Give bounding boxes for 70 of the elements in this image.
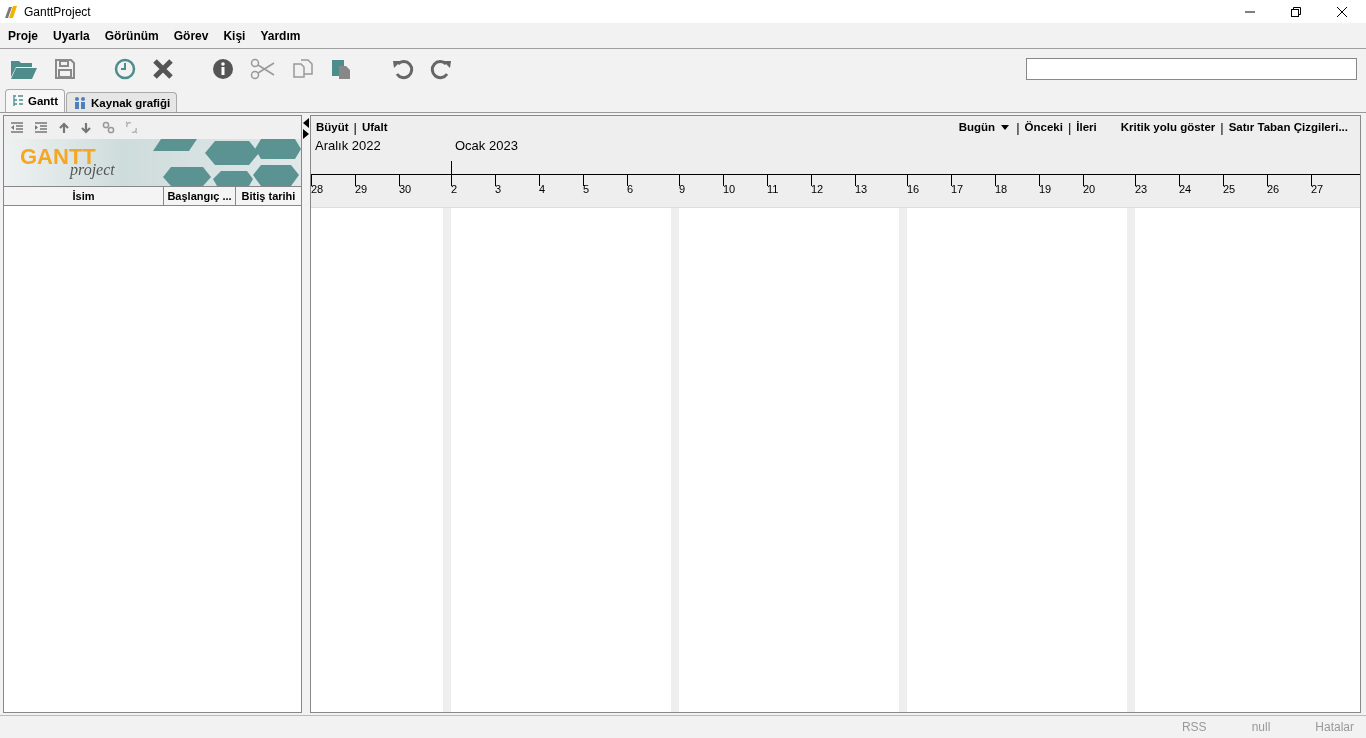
tree-icon [12,95,24,107]
tab[interactable]: Gantt [5,89,66,112]
search-field[interactable] [1026,58,1357,80]
undo-icon[interactable] [392,58,414,80]
day-label: 23 [1135,182,1149,195]
folder-icon[interactable] [10,58,38,80]
day-label: 24 [1179,182,1193,195]
separator: | [1067,119,1072,135]
day-label: 3 [495,182,503,195]
month-label: Aralık 2022 [314,138,382,155]
separator: | [1016,119,1020,135]
paste-icon[interactable] [330,58,352,80]
menu-item[interactable]: Yardım [260,28,301,43]
day-label: 19 [1039,182,1053,195]
day-label: 26 [1267,182,1281,195]
separator: | [353,119,357,135]
day-label: 4 [539,182,547,195]
day-label: 5 [583,182,591,195]
outdent-icon[interactable] [10,121,24,134]
day-label: 28 [311,182,325,195]
save-icon[interactable] [54,58,76,80]
day-label: 20 [1083,182,1097,195]
link[interactable]: İleri [1076,121,1097,133]
day-label: 13 [855,182,869,195]
redo-icon[interactable] [430,58,452,80]
menu-item[interactable]: Görev [173,28,209,43]
day-label: 25 [1223,182,1237,195]
restore-icon[interactable] [1290,5,1302,18]
link[interactable]: Önceki [1024,121,1063,133]
clock-icon[interactable] [114,58,136,80]
window-title: GanttProject [24,4,91,19]
link[interactable]: Ufalt [362,121,388,133]
link[interactable]: Satır Taban Çizgileri... [1228,121,1348,133]
day-label: 16 [907,182,921,195]
cut-icon[interactable] [250,58,276,80]
menu-item[interactable]: Kişi [223,28,246,43]
month-label: Ocak 2023 [454,138,519,155]
day-label: 29 [355,182,369,195]
menu-item[interactable]: Proje [8,28,38,43]
menu-item[interactable]: Uyarla [53,28,90,43]
day-label: 27 [1311,182,1325,195]
day-label: 18 [995,182,1009,195]
arrow-down-icon[interactable] [80,121,92,134]
app-logo-icon [4,4,18,19]
arrow-up-icon[interactable] [58,121,70,134]
link[interactable]: Kritik yolu göster [1120,121,1216,133]
separator: | [1220,119,1224,135]
day-label: 6 [627,182,635,195]
link-icon[interactable] [102,121,115,134]
info-icon[interactable] [212,58,234,80]
column-header[interactable]: İsim [4,187,164,205]
column-header[interactable]: Başlangıç ... [164,187,236,205]
tab[interactable]: Kaynak grafiği [66,92,178,112]
day-label: 2 [451,182,459,195]
day-label: 30 [399,182,413,195]
indent-icon[interactable] [34,121,48,134]
column-header[interactable]: Bitiş tarihi [236,187,301,205]
day-label: 17 [951,182,965,195]
day-label: 12 [811,182,825,195]
copy-icon[interactable] [292,58,314,80]
day-label: 11 [767,182,780,195]
delete-icon[interactable] [152,58,174,80]
day-label: 10 [723,182,737,195]
link[interactable]: Büyüt [316,121,349,133]
menu-item[interactable]: Görünüm [104,28,159,43]
dropdown[interactable]: Bugün [958,121,1010,133]
close-icon[interactable] [1336,5,1348,18]
people-icon [73,96,88,109]
caret-icon [1001,124,1010,130]
day-label: 9 [679,182,687,195]
